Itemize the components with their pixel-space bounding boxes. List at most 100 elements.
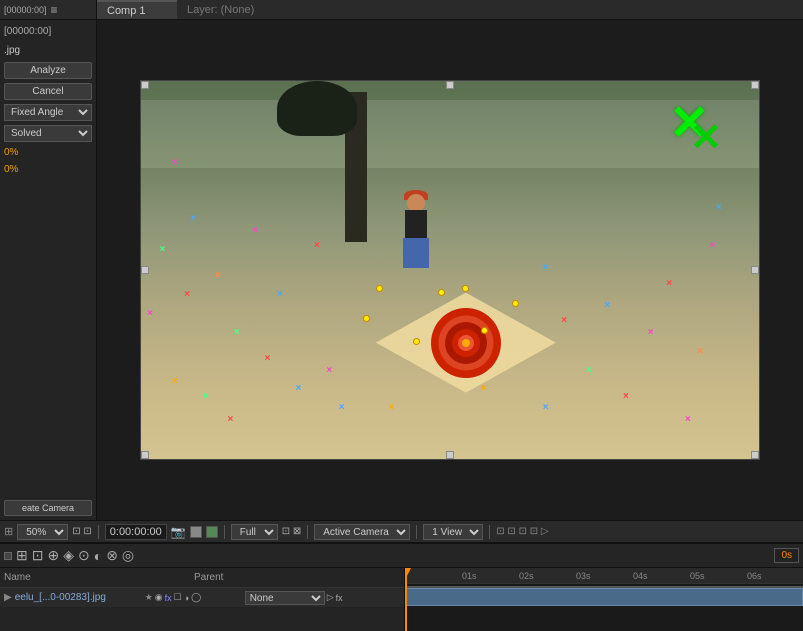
marker-pink-3: ×	[252, 225, 258, 236]
tl-playhead-time: 0s	[774, 548, 799, 563]
handle-bm[interactable]	[446, 451, 454, 459]
sw-shapes[interactable]: ◑	[184, 593, 189, 603]
sep-5	[489, 525, 490, 539]
sw-star[interactable]: ★	[145, 592, 153, 603]
timeline-toolbar: ⊞ ⊡ ⊕ ◈ ⊙ ◐ ⊗ ◎ 0s	[0, 544, 803, 568]
handle-ml[interactable]	[141, 266, 149, 274]
layer-expand-icon[interactable]: ▶	[4, 592, 12, 603]
layer-type-icon: ▷	[327, 592, 334, 603]
marker-red-3: ×	[184, 289, 190, 300]
pct-row-2: 0%	[4, 163, 92, 176]
comp-tab-label: Comp 1	[107, 5, 146, 17]
marker-blue-r2: ×	[543, 262, 549, 273]
marker-orange-1: ×	[215, 270, 221, 281]
marker-red-r3: ×	[623, 391, 629, 402]
tl-icon-4[interactable]: ◈	[63, 547, 74, 564]
green-x-large-2: ✕	[690, 119, 722, 157]
handle-br[interactable]	[751, 451, 759, 459]
tl-icon-5[interactable]: ⊙	[78, 547, 90, 564]
ruler-01s: 01s	[462, 571, 477, 581]
marker-green-l1: ×	[160, 244, 166, 255]
tracker-yellow-5	[481, 327, 488, 334]
create-camera-button[interactable]: eate Camera	[4, 500, 92, 516]
timeline-content: Name Parent ▶ eelu_[...0-00283].jpg ★ ◉ …	[0, 568, 803, 631]
timeline-left: Name Parent ▶ eelu_[...0-00283].jpg ★ ◉ …	[0, 568, 405, 631]
tl-icon-8[interactable]: ◎	[122, 547, 134, 564]
camera-icon: 📷	[171, 525, 186, 539]
sw-fx[interactable]: fx	[165, 593, 172, 603]
marker-yellow-l1: ×	[388, 402, 394, 413]
solved-dropdown-row: Solved	[4, 125, 92, 142]
person-body	[405, 210, 427, 240]
tl-icon-2[interactable]: ⊡	[32, 547, 44, 564]
camera-view-dropdown[interactable]: Active Camera	[314, 524, 410, 540]
handle-tr[interactable]	[751, 81, 759, 89]
marker-yellow-r1: ×	[481, 383, 487, 394]
sw-3d[interactable]: ◯	[191, 592, 201, 603]
timeline-toggle[interactable]	[4, 552, 12, 560]
handle-bl[interactable]	[141, 451, 149, 459]
pct-1-label: 0%	[4, 147, 18, 158]
sep-3	[307, 525, 308, 539]
layer-bar[interactable]	[405, 588, 803, 606]
comp-viewer[interactable]: × × × × × × × × × × × × × × × × × × × × …	[97, 20, 803, 520]
person-legs	[403, 238, 429, 268]
handle-tm[interactable]	[446, 81, 454, 89]
marker-orange-r1: ×	[697, 346, 703, 357]
menu-icon[interactable]: ≡	[51, 3, 58, 17]
analyze-button[interactable]: Analyze	[4, 62, 92, 79]
target-container	[376, 293, 556, 393]
color-swatch-1[interactable]	[190, 526, 202, 538]
layer-name[interactable]: eelu_[...0-00283].jpg	[15, 592, 145, 603]
marker-red-2: ×	[314, 240, 320, 251]
marker-green-1: ×	[234, 327, 240, 338]
tl-icon-7[interactable]: ⊗	[106, 547, 118, 564]
col-parent-header: Parent	[194, 572, 294, 583]
marker-red-r1: ×	[561, 315, 567, 326]
marker-blue-2: ×	[296, 383, 302, 394]
quality-toggle[interactable]: ⊡ ⊠	[282, 526, 302, 537]
tl-icon-3[interactable]: ⊕	[47, 547, 59, 564]
parent-dropdown[interactable]: None	[245, 591, 325, 605]
marker-edge-2: ×	[716, 202, 722, 213]
handle-tl[interactable]	[141, 81, 149, 89]
viewport-canvas[interactable]: × × × × × × × × × × × × × × × × × × × × …	[140, 80, 760, 460]
zoom-dropdown[interactable]: 50%	[17, 524, 68, 540]
timeline-right[interactable]: 01s 02s 03s 04s 05s 06s	[405, 568, 803, 631]
view-count-dropdown[interactable]: 1 View	[423, 524, 483, 540]
handle-mr[interactable]	[751, 266, 759, 274]
tracker-yellow-6	[413, 338, 420, 345]
timecode-label: [00000:00]	[4, 5, 47, 15]
left-panel: [00000:00] .jpg Analyze Cancel Fixed Ang…	[0, 20, 97, 520]
angle-dropdown-row: Fixed Angle	[4, 104, 92, 121]
marker-blue-r1: ×	[605, 300, 611, 311]
quality-dropdown[interactable]: Full	[231, 524, 278, 540]
cancel-button[interactable]: Cancel	[4, 83, 92, 100]
ruler-04s: 04s	[633, 571, 648, 581]
solved-dropdown[interactable]: Solved	[4, 125, 92, 142]
viewer-bottom-toolbar: ⊞ 50% ⊡ ⊡ 0:00:00:00 📷 Full ⊡ ⊠ Active C…	[0, 520, 803, 542]
marker-red-r2: ×	[666, 278, 672, 289]
layer-tab-label: Layer: (None)	[187, 4, 254, 16]
timeline-header: Name Parent	[0, 568, 404, 588]
tl-icon-1[interactable]: ⊞	[16, 547, 28, 564]
fit-icons[interactable]: ⊡ ⊡	[72, 526, 92, 537]
tracker-yellow-1	[376, 285, 383, 292]
sep-4	[416, 525, 417, 539]
comp-tab[interactable]: Comp 1	[97, 0, 177, 19]
layer-tab: Layer: (None)	[177, 0, 803, 19]
tree-canopy	[277, 81, 357, 136]
color-swatch-2[interactable]	[206, 526, 218, 538]
pct-row-1: 0%	[4, 146, 92, 159]
sw-motion[interactable]: ☐	[174, 592, 182, 603]
marker-pink-2: ×	[326, 365, 332, 376]
main-area: [00000:00] .jpg Analyze Cancel Fixed Ang…	[0, 20, 803, 520]
playhead[interactable]	[405, 568, 407, 631]
marker-red-1: ×	[265, 353, 271, 364]
sw-eye[interactable]: ◉	[155, 592, 163, 603]
tl-icon-6[interactable]: ◐	[94, 548, 102, 564]
timecode-display: 0:00:00:00	[105, 524, 167, 540]
marker-blue-1: ×	[190, 213, 196, 224]
angle-dropdown[interactable]: Fixed Angle	[4, 104, 92, 121]
panel-timecode: [00000:00]	[4, 24, 92, 39]
